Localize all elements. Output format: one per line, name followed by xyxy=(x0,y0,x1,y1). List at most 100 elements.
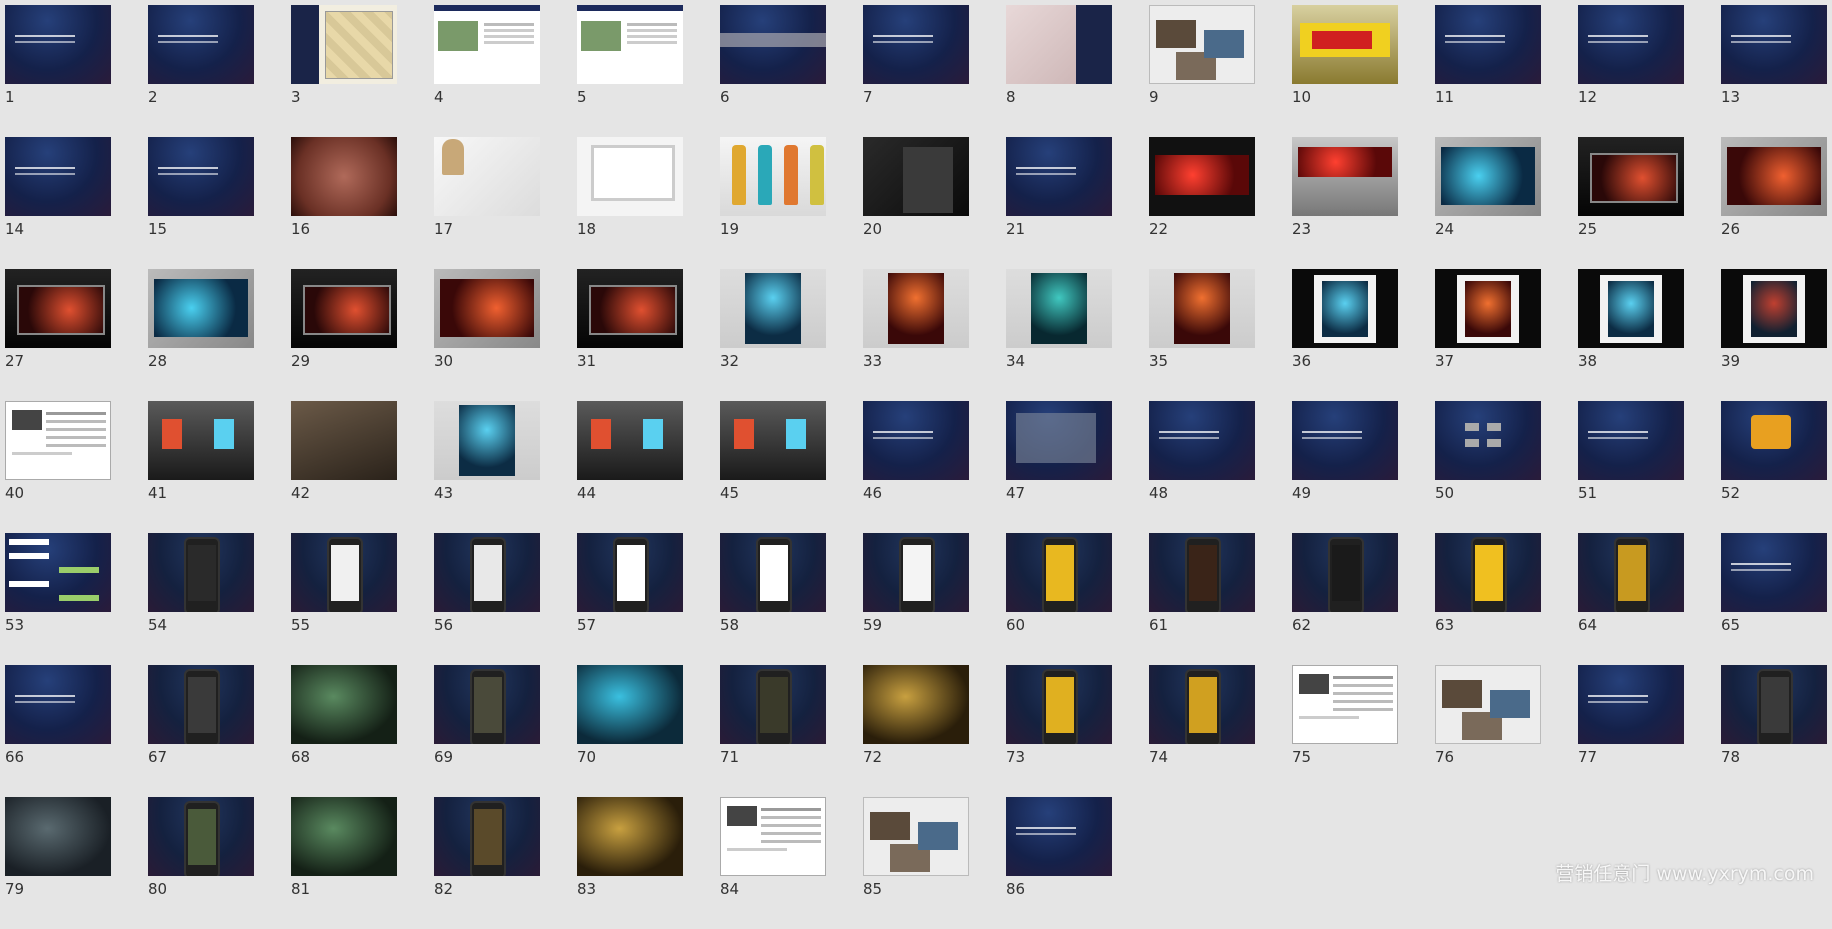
slide-thumbnail[interactable]: 5 xyxy=(577,5,683,137)
slide-thumbnail[interactable]: 32 xyxy=(720,269,826,401)
slide-thumbnail[interactable]: 49 xyxy=(1292,401,1398,533)
slide-thumbnail[interactable]: 57 xyxy=(577,533,683,665)
slide-thumbnail[interactable]: 25 xyxy=(1578,137,1684,269)
slide-thumbnail[interactable]: 27 xyxy=(5,269,111,401)
slide-number: 59 xyxy=(863,616,883,634)
slide-thumbnail[interactable]: 41 xyxy=(148,401,254,533)
slide-thumbnail[interactable]: 55 xyxy=(291,533,397,665)
slide-thumbnail[interactable]: 28 xyxy=(148,269,254,401)
slide-thumbnail[interactable]: 15 xyxy=(148,137,254,269)
slide-thumbnail[interactable]: 42 xyxy=(291,401,397,533)
slide-thumbnail[interactable]: 24 xyxy=(1435,137,1541,269)
slide-thumbnail[interactable]: 12 xyxy=(1578,5,1684,137)
slide-thumbnail[interactable]: 43 xyxy=(434,401,540,533)
slide-preview-image xyxy=(1292,533,1398,612)
slide-thumbnail[interactable]: 70 xyxy=(577,665,683,797)
slide-preview-image xyxy=(1149,665,1255,744)
slide-thumbnail[interactable]: 9 xyxy=(1149,5,1255,137)
slide-thumbnail[interactable]: 7 xyxy=(863,5,969,137)
slide-thumbnail[interactable]: 34 xyxy=(1006,269,1112,401)
slide-thumbnail[interactable]: 40 xyxy=(5,401,111,533)
slide-thumbnail[interactable]: 46 xyxy=(863,401,969,533)
slide-thumbnail[interactable]: 77 xyxy=(1578,665,1684,797)
slide-preview-image xyxy=(1006,533,1112,612)
slide-thumbnail[interactable]: 45 xyxy=(720,401,826,533)
slide-preview-image xyxy=(1006,401,1112,480)
slide-preview-image xyxy=(291,797,397,876)
slide-thumbnail[interactable]: 61 xyxy=(1149,533,1255,665)
slide-thumbnail[interactable]: 62 xyxy=(1292,533,1398,665)
slide-thumbnail[interactable]: 23 xyxy=(1292,137,1398,269)
slide-thumbnail[interactable]: 63 xyxy=(1435,533,1541,665)
slide-thumbnail[interactable]: 69 xyxy=(434,665,540,797)
slide-thumbnail[interactable]: 58 xyxy=(720,533,826,665)
slide-thumbnail[interactable]: 52 xyxy=(1721,401,1827,533)
slide-thumbnail[interactable]: 13 xyxy=(1721,5,1827,137)
slide-thumbnail[interactable]: 56 xyxy=(434,533,540,665)
slide-thumbnail[interactable]: 67 xyxy=(148,665,254,797)
slide-thumbnail[interactable]: 51 xyxy=(1578,401,1684,533)
slide-thumbnail[interactable]: 60 xyxy=(1006,533,1112,665)
slide-thumbnail[interactable]: 22 xyxy=(1149,137,1255,269)
slide-thumbnail[interactable]: 10 xyxy=(1292,5,1398,137)
slide-thumbnail[interactable]: 64 xyxy=(1578,533,1684,665)
slide-thumbnail[interactable]: 54 xyxy=(148,533,254,665)
slide-thumbnail[interactable]: 38 xyxy=(1578,269,1684,401)
slide-thumbnail[interactable]: 37 xyxy=(1435,269,1541,401)
slide-thumbnail[interactable]: 1 xyxy=(5,5,111,137)
slide-thumbnail[interactable]: 86 xyxy=(1006,797,1112,929)
slide-thumbnail[interactable]: 79 xyxy=(5,797,111,929)
slide-thumbnail[interactable]: 11 xyxy=(1435,5,1541,137)
slide-thumbnail[interactable]: 19 xyxy=(720,137,826,269)
slide-thumbnail[interactable]: 3 xyxy=(291,5,397,137)
slide-number: 15 xyxy=(148,220,168,238)
slide-thumbnail[interactable]: 44 xyxy=(577,401,683,533)
slide-thumbnail[interactable]: 17 xyxy=(434,137,540,269)
slide-number: 13 xyxy=(1721,88,1741,106)
slide-thumbnail[interactable]: 14 xyxy=(5,137,111,269)
slide-number: 53 xyxy=(5,616,25,634)
slide-thumbnail[interactable]: 73 xyxy=(1006,665,1112,797)
slide-thumbnail[interactable]: 66 xyxy=(5,665,111,797)
slide-thumbnail[interactable]: 36 xyxy=(1292,269,1398,401)
slide-thumbnail[interactable]: 80 xyxy=(148,797,254,929)
slide-thumbnail[interactable]: 33 xyxy=(863,269,969,401)
slide-thumbnail[interactable]: 78 xyxy=(1721,665,1827,797)
slide-thumbnail[interactable]: 76 xyxy=(1435,665,1541,797)
slide-thumbnail[interactable]: 65 xyxy=(1721,533,1827,665)
slide-thumbnail[interactable]: 84 xyxy=(720,797,826,929)
slide-thumbnail[interactable]: 35 xyxy=(1149,269,1255,401)
slide-thumbnail[interactable]: 59 xyxy=(863,533,969,665)
slide-preview-image xyxy=(720,665,826,744)
slide-thumbnail[interactable]: 26 xyxy=(1721,137,1827,269)
slide-thumbnail[interactable]: 18 xyxy=(577,137,683,269)
slide-thumbnail[interactable]: 50 xyxy=(1435,401,1541,533)
slide-number: 24 xyxy=(1435,220,1455,238)
slide-thumbnail[interactable]: 8 xyxy=(1006,5,1112,137)
slide-thumbnail[interactable]: 47 xyxy=(1006,401,1112,533)
slide-thumbnail[interactable]: 31 xyxy=(577,269,683,401)
slide-thumbnail[interactable]: 20 xyxy=(863,137,969,269)
slide-thumbnail[interactable]: 21 xyxy=(1006,137,1112,269)
slide-thumbnail[interactable]: 68 xyxy=(291,665,397,797)
slide-thumbnail[interactable]: 39 xyxy=(1721,269,1827,401)
slide-thumbnail[interactable]: 71 xyxy=(720,665,826,797)
slide-thumbnail[interactable]: 53 xyxy=(5,533,111,665)
slide-thumbnail[interactable]: 72 xyxy=(863,665,969,797)
slide-thumbnail[interactable]: 74 xyxy=(1149,665,1255,797)
slide-thumbnail[interactable]: 48 xyxy=(1149,401,1255,533)
slide-thumbnail[interactable]: 75 xyxy=(1292,665,1398,797)
slide-number: 9 xyxy=(1149,88,1159,106)
slide-thumbnail[interactable]: 30 xyxy=(434,269,540,401)
slide-thumbnail[interactable]: 81 xyxy=(291,797,397,929)
slide-thumbnail[interactable]: 4 xyxy=(434,5,540,137)
slide-thumbnail[interactable]: 83 xyxy=(577,797,683,929)
slide-thumbnail[interactable]: 29 xyxy=(291,269,397,401)
slide-thumbnail[interactable]: 85 xyxy=(863,797,969,929)
slide-number: 12 xyxy=(1578,88,1598,106)
slide-number: 69 xyxy=(434,748,454,766)
slide-thumbnail[interactable]: 6 xyxy=(720,5,826,137)
slide-thumbnail[interactable]: 2 xyxy=(148,5,254,137)
slide-thumbnail[interactable]: 82 xyxy=(434,797,540,929)
slide-thumbnail[interactable]: 16 xyxy=(291,137,397,269)
